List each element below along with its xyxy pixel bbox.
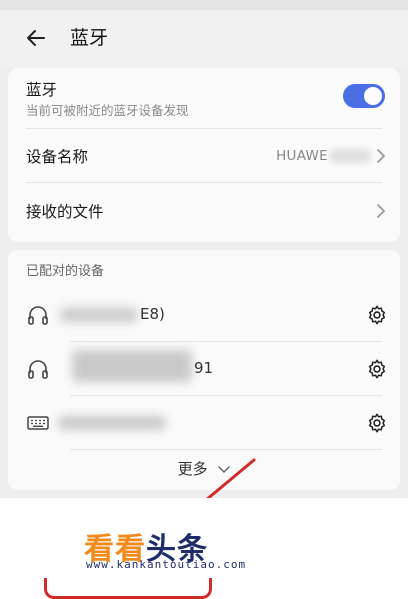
gear-icon[interactable] [366, 304, 388, 326]
device-name-text: HUAWE [276, 148, 328, 164]
received-files-row[interactable]: 接收的文件 [8, 183, 400, 239]
device-name-suffix: 91 [194, 359, 214, 377]
top-app-bar: 蓝牙 [0, 10, 408, 68]
device-name-label: 设备名称 [26, 148, 89, 166]
toggle-knob [364, 87, 382, 105]
annotation-box [44, 578, 212, 599]
paired-device-row[interactable]: E8) [8, 288, 400, 342]
chevron-right-icon [377, 149, 385, 163]
received-files-label: 接收的文件 [26, 203, 104, 221]
bluetooth-label: 蓝牙 [26, 81, 58, 99]
gear-icon[interactable] [366, 358, 388, 380]
bluetooth-settings-card: 蓝牙 当前可被附近的蓝牙设备发现 设备名称 HUAWE 接收的文件 [8, 68, 400, 242]
page-title: 蓝牙 [70, 27, 109, 49]
paired-device-row[interactable] [8, 396, 400, 450]
paired-device-row[interactable]: 91 [8, 342, 400, 396]
redacted-device-name [58, 416, 166, 430]
bluetooth-toggle[interactable] [343, 84, 385, 108]
bluetooth-toggle-row[interactable]: 蓝牙 当前可被附近的蓝牙设备发现 [8, 68, 400, 128]
paired-devices-heading: 已配对的设备 [26, 264, 105, 279]
redacted-device-name [60, 308, 138, 322]
device-name-suffix: E8) [140, 305, 165, 323]
chevron-right-icon [377, 204, 385, 218]
redacted-device-name [330, 149, 370, 163]
status-bar [0, 0, 408, 10]
bluetooth-visibility-text: 当前可被附近的蓝牙设备发现 [26, 103, 189, 118]
watermark-url: www.kankantoutiao.com [86, 558, 247, 571]
device-name-value: HUAWE [276, 148, 370, 164]
gear-icon[interactable] [366, 412, 388, 434]
divider [70, 449, 382, 450]
keyboard-icon [27, 416, 49, 430]
headphones-icon [28, 306, 48, 325]
device-name-row[interactable]: 设备名称 HUAWE [8, 129, 400, 183]
redacted-device-name [72, 350, 192, 382]
back-arrow-icon[interactable] [24, 26, 48, 50]
headphones-icon [28, 360, 48, 379]
